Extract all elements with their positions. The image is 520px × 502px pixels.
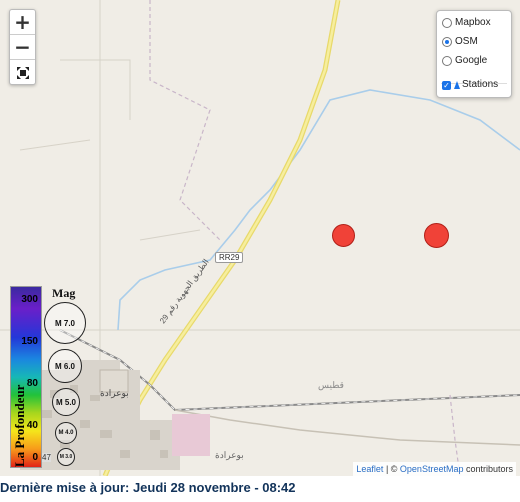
zoom-out-button[interactable]: − xyxy=(10,35,35,60)
layer-control: Mapbox OSM Google ✓ Stations xyxy=(436,10,512,98)
layer-label: OSM xyxy=(455,36,478,47)
layer-label: Google xyxy=(455,55,488,66)
radio-icon[interactable] xyxy=(442,56,452,66)
partial-label: 47 xyxy=(42,453,51,462)
layer-label: Mapbox xyxy=(455,17,491,28)
earthquake-marker[interactable] xyxy=(332,224,355,247)
zoom-control: + − xyxy=(9,9,36,85)
osm-link[interactable]: OpenStreetMap xyxy=(400,464,464,474)
attribution-separator: | © xyxy=(383,464,400,474)
road-label: RR29 xyxy=(215,252,244,263)
checkbox-icon[interactable]: ✓ xyxy=(442,80,451,90)
radio-icon[interactable] xyxy=(442,37,452,47)
town-label-2: بوعرادة xyxy=(215,450,244,460)
attribution-suffix: contributors xyxy=(463,464,513,474)
depth-tick: 300 xyxy=(21,294,38,305)
leaflet-link[interactable]: Leaflet xyxy=(356,464,383,474)
earthquake-marker[interactable] xyxy=(424,223,449,248)
attribution: Leaflet | © OpenStreetMap contributors xyxy=(353,462,516,476)
layer-option-google[interactable]: Google xyxy=(442,54,487,68)
station-triangle-icon xyxy=(454,81,460,89)
town-label: بوعرادة xyxy=(100,388,129,398)
magnitude-circle: M 6.0 xyxy=(48,349,82,383)
magnitude-circle: M 3.0 xyxy=(57,448,75,466)
magnitude-circle: M 7.0 xyxy=(44,302,86,344)
zoom-in-button[interactable]: + xyxy=(10,10,35,35)
magnitude-title: Mag xyxy=(52,286,76,300)
depth-title: La Profondeur xyxy=(12,384,27,467)
radio-icon[interactable] xyxy=(442,18,452,28)
fullscreen-icon xyxy=(16,67,29,79)
map-canvas[interactable]: RR29 الطريق الجهوية رقم 29 بوعرادة بوعرا… xyxy=(0,0,520,476)
overlay-stations[interactable]: ✓ Stations xyxy=(442,78,498,92)
overlay-label: Stations xyxy=(462,79,499,90)
fullscreen-button[interactable] xyxy=(10,60,35,84)
magnitude-circle: M 5.0 xyxy=(52,388,80,416)
depth-tick: 150 xyxy=(21,336,38,347)
layer-option-osm[interactable]: OSM xyxy=(442,35,478,49)
layer-option-mapbox[interactable]: Mapbox xyxy=(442,16,491,30)
legend: 300 150 80 40 0 La Profondeur Mag M 7.0 … xyxy=(0,282,92,472)
place-label: قطيس xyxy=(318,380,344,390)
magnitude-circle: M 4.0 xyxy=(55,422,77,444)
last-update-text: Dernière mise à jour: Jeudi 28 novembre … xyxy=(0,480,296,495)
